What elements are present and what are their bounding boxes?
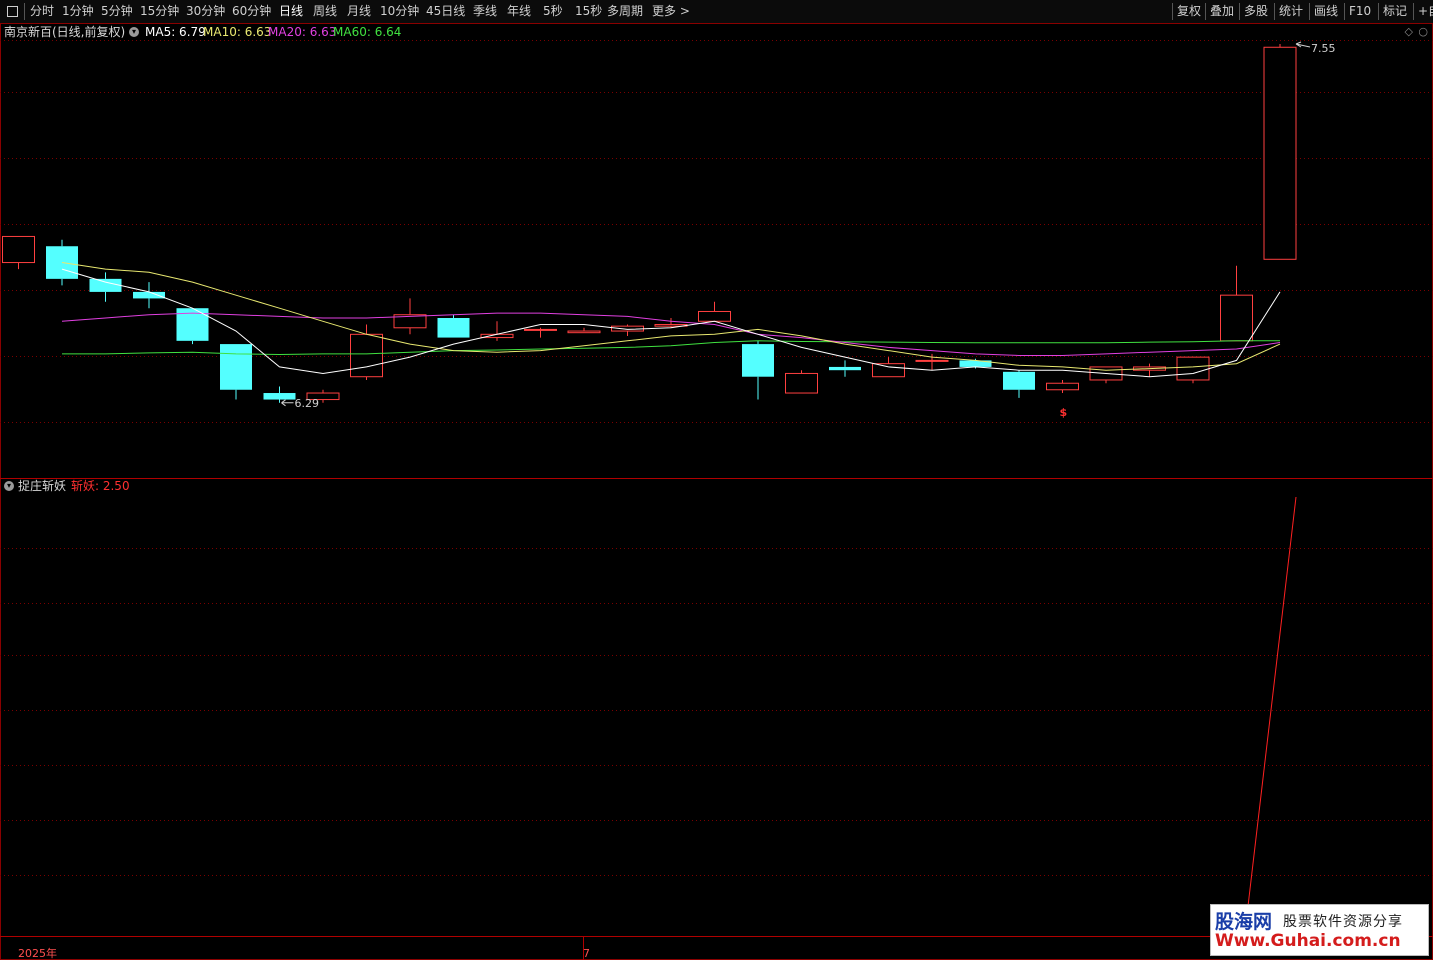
- candle-body-25: [1089, 366, 1123, 381]
- candle-body-23: [1003, 371, 1035, 390]
- toolbar-button-1[interactable]: 叠加: [1205, 3, 1234, 20]
- candle-body-2: [89, 278, 122, 292]
- low-price-label: 6.29: [295, 397, 320, 410]
- period-tab-5[interactable]: 60分钟: [232, 3, 271, 20]
- period-tab-13[interactable]: 5秒: [543, 3, 563, 20]
- toolbar-button-6[interactable]: 标记: [1378, 3, 1407, 20]
- toolbar-button-7[interactable]: +自: [1413, 3, 1433, 20]
- ma20-label: MA20: 6.63: [268, 25, 337, 39]
- stock-title: 南京新百(日线,前复权): [4, 25, 126, 39]
- signal-mark: $: [1060, 406, 1068, 419]
- high-price-label: 7.55: [1311, 42, 1336, 55]
- candle-body-20: [872, 363, 905, 378]
- candle-body-15: [654, 324, 688, 327]
- toolbar-divider: [24, 3, 25, 20]
- diamond-icon[interactable]: ◇: [1405, 25, 1413, 38]
- chart-close-icon[interactable]: ○: [1418, 25, 1428, 38]
- period-tab-9[interactable]: 10分钟: [380, 3, 419, 20]
- candle-body-8: [350, 333, 383, 378]
- toolbar-button-5[interactable]: F10: [1344, 3, 1371, 20]
- candle-body-16: [698, 310, 731, 322]
- period-tab-15[interactable]: 多周期: [607, 3, 643, 20]
- high-arrow: [1295, 41, 1311, 48]
- ma20-line: [61, 312, 1281, 356]
- layout-square-icon[interactable]: [7, 6, 18, 17]
- candle-body-1: [46, 246, 78, 279]
- month-label: 7: [583, 947, 590, 960]
- ma60-line: [62, 340, 1280, 356]
- candle-body-29: [1263, 46, 1297, 260]
- period-toolbar: 分时 1分钟 5分钟 15分钟 30分钟 60分钟 日线 周线 月线 10分钟 45日线 季线 年线 5秒…: [0, 0, 1433, 24]
- watermark-tagline: 股票软件资源分享: [1283, 914, 1403, 930]
- candle-body-0: [2, 235, 35, 264]
- candle-body-24: [1046, 382, 1079, 391]
- candle-body-11: [480, 333, 514, 339]
- chart-border: [0, 23, 1433, 960]
- period-tab-10[interactable]: 45日线: [426, 3, 465, 20]
- period-tab-16[interactable]: 更多 >: [652, 3, 690, 20]
- period-tab-2[interactable]: 5分钟: [101, 3, 133, 20]
- period-tab-6[interactable]: 日线: [279, 3, 303, 20]
- watermark: 股海网 股票软件资源分享 Www.Guhai.com.cn: [1210, 904, 1429, 956]
- candle-body-7: [306, 392, 340, 401]
- ma60-label: MA60: 6.64: [333, 25, 402, 39]
- indicator-title: 捉庄斩妖: [18, 479, 67, 493]
- candle-body-4: [176, 308, 209, 341]
- year-label: 2025年: [18, 946, 57, 960]
- period-tab-0[interactable]: 分时: [30, 3, 54, 20]
- toolbar-button-0[interactable]: 复权: [1172, 3, 1201, 20]
- candle-body-19: [829, 366, 861, 371]
- toolbar-button-3[interactable]: 统计: [1274, 3, 1303, 20]
- candle-body-18: [785, 372, 818, 394]
- ma10-label: MA10: 6.63: [203, 25, 272, 39]
- toolbar-button-2[interactable]: 多股: [1239, 3, 1268, 20]
- period-tab-1[interactable]: 1分钟: [62, 3, 94, 20]
- watermark-name: 股海网: [1215, 911, 1273, 933]
- kline-chart: 7.55 6.29 $ 2025年 7: [0, 23, 1433, 960]
- watermark-url: Www.Guhai.com.cn: [1215, 931, 1401, 951]
- candle-body-12: [524, 328, 557, 331]
- period-tab-14[interactable]: 15秒: [575, 3, 602, 20]
- period-tab-11[interactable]: 季线: [473, 3, 497, 20]
- candle-body-17: [742, 344, 774, 377]
- period-tab-4[interactable]: 30分钟: [186, 3, 225, 20]
- candle-body-27: [1176, 356, 1210, 381]
- indicator-line: [1244, 496, 1297, 937]
- candle-body-26: [1133, 366, 1166, 371]
- candle-body-14: [611, 325, 644, 332]
- period-tab-7[interactable]: 周线: [313, 3, 337, 20]
- ma10-line: [61, 262, 1281, 371]
- indicator-value: 斩妖: 2.50: [71, 479, 130, 493]
- period-tab-12[interactable]: 年线: [507, 3, 531, 20]
- candle-body-5: [220, 344, 252, 390]
- candle-body-6: [263, 393, 296, 400]
- candle-body-21: [915, 359, 949, 362]
- candle-body-9: [393, 314, 427, 329]
- period-tab-3[interactable]: 15分钟: [140, 3, 179, 20]
- candle-body-13: [567, 330, 601, 334]
- low-arrow: [281, 399, 294, 407]
- period-tab-8[interactable]: 月线: [347, 3, 371, 20]
- candle-body-10: [437, 318, 470, 338]
- ma5-line: [61, 268, 1281, 378]
- ma5-label: MA5: 6.79: [145, 25, 206, 39]
- candle-body-28: [1220, 294, 1253, 342]
- candle-body-3: [133, 291, 165, 299]
- candle-body-22: [959, 360, 992, 367]
- toolbar-button-4[interactable]: 画线: [1309, 3, 1338, 20]
